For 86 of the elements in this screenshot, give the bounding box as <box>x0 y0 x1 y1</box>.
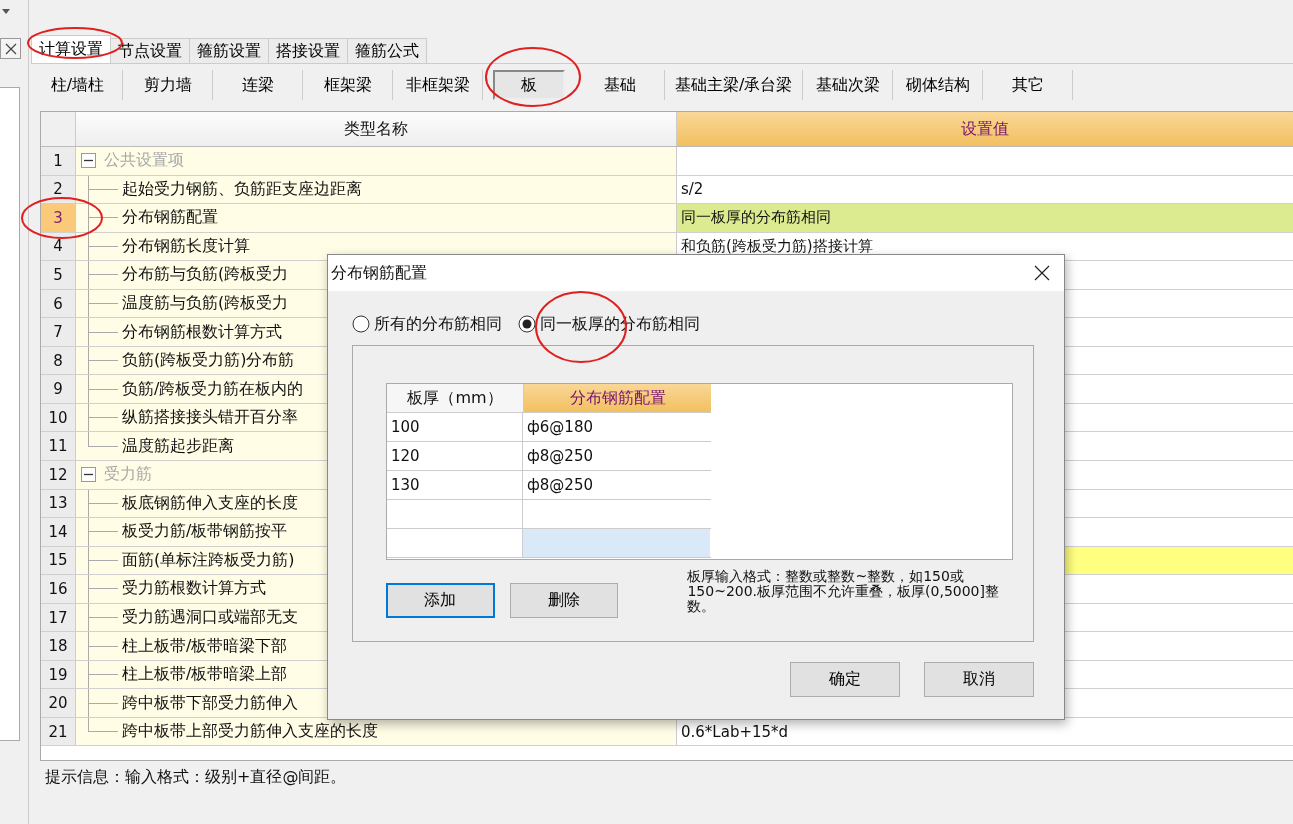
setting-name: 板底钢筋伸入支座的长度 <box>122 492 298 514</box>
setting-name: 受力筋遇洞口或端部无支 <box>122 607 298 628</box>
row-number: 16 <box>41 575 76 603</box>
setting-name: 分布钢筋配置 <box>122 207 218 229</box>
delete-button[interactable]: 删除 <box>509 583 619 618</box>
tab[interactable]: 节点设置 <box>110 38 190 63</box>
row-number: 14 <box>41 518 76 546</box>
row-number: 3 <box>41 204 76 232</box>
table-cell[interactable]: 100 <box>387 413 523 441</box>
row-number: 20 <box>41 689 76 717</box>
setting-name: 跨中板带上部受力筋伸入支座的长度 <box>122 721 378 743</box>
row-number: 13 <box>41 489 76 518</box>
close-icon[interactable] <box>1034 265 1050 281</box>
setting-name: 面筋(单标注跨板受力筋) <box>122 549 295 571</box>
sub-tab[interactable]: 砌体结构 <box>893 70 984 100</box>
sub-tab[interactable]: 连梁 <box>213 70 303 100</box>
group-name: 公共设置项 <box>104 150 184 172</box>
sub-tab[interactable]: 基础次梁 <box>803 70 894 100</box>
setting-name: 板受力筋/板带钢筋按平 <box>122 521 288 543</box>
sub-tab[interactable]: 柱/墙柱 <box>33 70 123 100</box>
tab[interactable]: 搭接设置 <box>268 38 348 63</box>
collapse-icon[interactable] <box>81 153 96 169</box>
sub-tab[interactable]: 板 <box>493 70 565 100</box>
sub-tab[interactable]: 框架梁 <box>303 70 393 100</box>
table-cell[interactable]: ф8@250 <box>523 442 710 470</box>
close-button[interactable] <box>0 38 21 59</box>
tab[interactable]: 计算设置 <box>31 35 111 63</box>
row-number: 19 <box>41 660 76 689</box>
row-number: 9 <box>41 375 76 403</box>
collapse-icon[interactable] <box>81 467 96 483</box>
row-number: 5 <box>41 261 76 289</box>
setting-name: 温度筋起步距离 <box>122 435 234 457</box>
setting-value: 同一板厚的分布筋相同 <box>681 208 831 228</box>
setting-name: 柱上板带/板带暗梁下部 <box>122 635 288 657</box>
row-number: 7 <box>41 318 76 346</box>
setting-name: 受力筋根数计算方式 <box>122 578 266 600</box>
row-number: 6 <box>41 289 76 318</box>
tab[interactable]: 箍筋公式 <box>347 38 427 63</box>
table-cell[interactable]: ф6@180 <box>523 413 710 441</box>
row-number: 11 <box>41 432 76 460</box>
table-cell[interactable] <box>523 529 710 557</box>
group-name: 受力筋 <box>104 464 152 486</box>
setting-name: 分布钢筋根数计算方式 <box>122 321 282 343</box>
cancel-button[interactable]: 取消 <box>924 662 1034 697</box>
table-cell[interactable]: 130 <box>387 471 523 499</box>
column-header: 类型名称 <box>76 112 677 146</box>
setting-value: s/2 <box>681 180 704 199</box>
ok-button[interactable]: 确定 <box>790 662 900 697</box>
tab[interactable]: 箍筋设置 <box>189 38 269 63</box>
column-header: 板厚（mm） <box>387 384 524 412</box>
row-number: 21 <box>41 717 76 746</box>
setting-name: 分布钢筋长度计算 <box>122 235 250 257</box>
setting-name: 起始受力钢筋、负筋距支座边距离 <box>122 178 362 200</box>
setting-name: 温度筋与负筋(跨板受力 <box>122 293 289 314</box>
radio-option[interactable]: 所有的分布筋相同 <box>352 312 502 336</box>
setting-name: 柱上板带/板带暗梁上部 <box>122 664 288 686</box>
row-number: 18 <box>41 632 76 660</box>
sub-tab[interactable]: 基础 <box>575 70 665 100</box>
format-note: 板厚输入格式：整数或整数~整数，如150或150~200.板厚范围不允许重叠，板厚(0,5000]整数。 <box>687 569 1000 614</box>
row-number: 10 <box>41 403 76 432</box>
setting-name: 跨中板带下部受力筋伸入 <box>122 692 298 714</box>
setting-value: 和负筋(跨板受力筋)搭接计算 <box>681 236 873 256</box>
sub-tab[interactable]: 非框架梁 <box>393 70 483 100</box>
setting-name: 负筋(跨板受力筋)分布筋 <box>122 350 295 372</box>
column-header: 设置值 <box>677 112 1293 146</box>
setting-name: 纵筋搭接接头错开百分率 <box>122 407 298 429</box>
corner-cell <box>41 112 76 146</box>
row-number: 8 <box>41 346 76 375</box>
setting-name: 分布筋与负筋(跨板受力 <box>122 264 289 286</box>
sub-tab[interactable]: 其它 <box>983 70 1074 100</box>
row-number: 12 <box>41 461 76 489</box>
hint-text: 提示信息：输入格式：级别+直径@间距。 <box>45 767 348 788</box>
table-cell[interactable]: ф8@250 <box>523 471 710 499</box>
row-number: 17 <box>41 603 76 632</box>
table-cell[interactable]: 120 <box>387 442 523 470</box>
dialog-title: 分布钢筋配置 <box>331 262 427 284</box>
setting-value: 0.6*Lab+15*d <box>681 722 789 741</box>
close-icon <box>4 42 17 55</box>
dropdown-caret-icon[interactable] <box>2 9 10 14</box>
sub-tab[interactable]: 剪力墙 <box>123 70 213 100</box>
sub-tab[interactable]: 基础主梁/承台梁 <box>665 70 804 100</box>
setting-name: 负筋/跨板受力筋在板内的 <box>122 378 304 400</box>
row-number: 15 <box>41 546 76 575</box>
row-number: 1 <box>41 147 76 175</box>
add-button[interactable]: 添加 <box>386 583 495 618</box>
column-header: 分布钢筋配置 <box>524 384 711 412</box>
